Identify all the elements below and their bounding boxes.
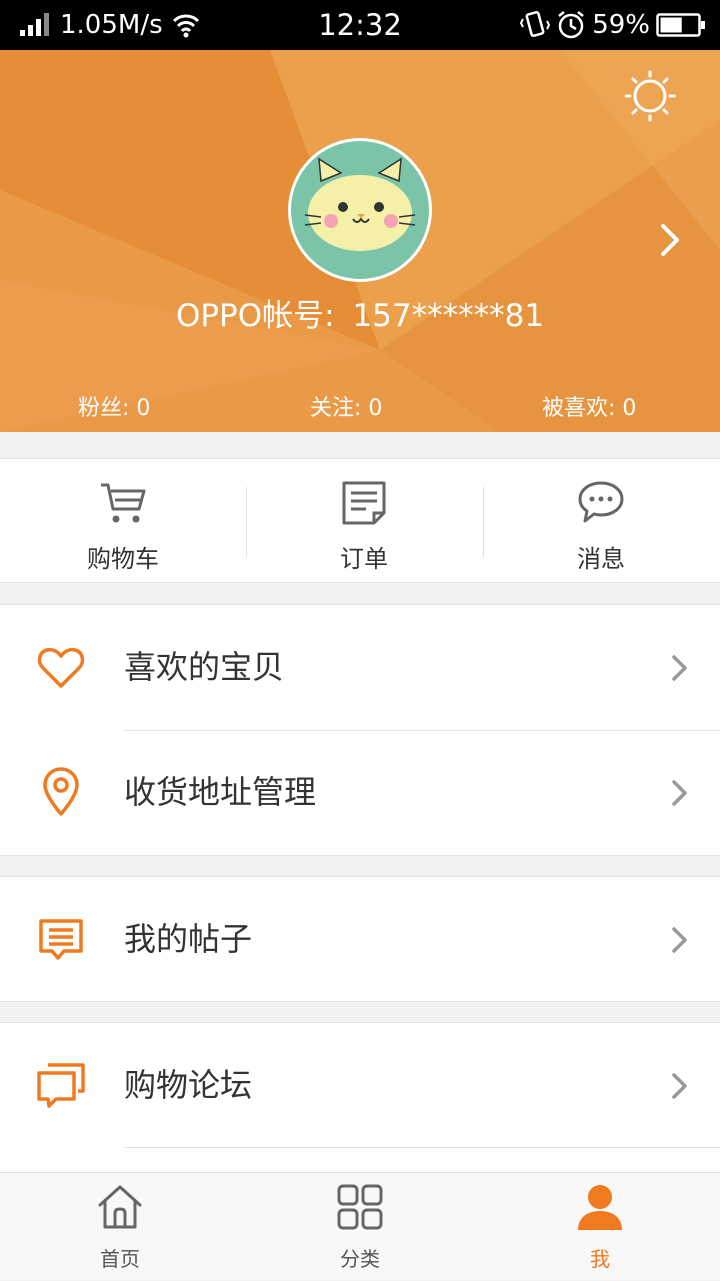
alarm-icon (558, 11, 584, 39)
quick-order-button[interactable]: 订单 (244, 459, 484, 583)
menu-forum[interactable]: 购物论坛 (0, 1023, 720, 1148)
quick-message-label: 消息 (577, 545, 625, 573)
status-bar: 1.05M/s 12:32 59% (0, 0, 720, 50)
vibrate-icon (520, 11, 551, 37)
avatar[interactable] (288, 138, 432, 282)
quick-cart-button[interactable]: 购物车 (3, 459, 243, 583)
menu-posts-label: 我的帖子 (124, 920, 253, 958)
cat-avatar-image (304, 157, 416, 251)
post-icon (39, 919, 83, 960)
stat-following-value: 0 (368, 396, 383, 421)
battery-icon (656, 13, 705, 37)
stat-following[interactable]: 关注: 0 (310, 390, 382, 422)
chevron-right-icon (672, 1073, 687, 1099)
stat-liked-value: 0 (622, 396, 637, 421)
heart-icon (37, 647, 85, 688)
home-icon (98, 1185, 142, 1229)
nav-home-label: 首页 (100, 1247, 140, 1271)
category-icon (337, 1184, 383, 1230)
menu-forum-label: 购物论坛 (124, 1066, 253, 1104)
stat-following-label: 关注: (310, 396, 362, 421)
bottom-nav: 首页 分类 我 (0, 1172, 720, 1280)
nav-category[interactable]: 分类 (240, 1173, 480, 1281)
menu-section-3: 购物论坛 (0, 1022, 720, 1182)
nav-home[interactable]: 首页 (0, 1173, 240, 1281)
quick-cart-label: 购物车 (87, 545, 159, 573)
stat-fans-label: 粉丝: (78, 396, 130, 421)
nav-profile-label: 我 (590, 1247, 610, 1271)
account-number: 157******81 (352, 298, 545, 334)
status-right: 59% (520, 0, 706, 50)
settings-icon[interactable] (624, 70, 676, 122)
battery-percent: 59% (592, 10, 650, 40)
stat-fans-value: 0 (136, 396, 151, 421)
stats-row: 粉丝: 0 关注: 0 被喜欢: 0 (0, 390, 720, 430)
menu-favorites-label: 喜欢的宝贝 (124, 648, 285, 686)
nav-profile[interactable]: 我 (480, 1173, 720, 1281)
menu-favorites[interactable]: 喜欢的宝贝 (0, 605, 720, 730)
chevron-right-icon (672, 780, 687, 806)
stat-liked[interactable]: 被喜欢: 0 (542, 390, 636, 422)
menu-posts[interactable]: 我的帖子 (0, 877, 720, 1002)
quick-actions: 购物车 订单 消息 (0, 458, 720, 583)
profile-icon (578, 1185, 622, 1230)
stat-liked-label: 被喜欢: (542, 396, 616, 421)
row-separator (124, 1147, 720, 1148)
chevron-right-icon (672, 655, 687, 681)
profile-header: OPPO帐号: 157******81 粉丝: 0 关注: 0 被喜欢: 0 (0, 50, 720, 432)
quick-message-button[interactable]: 消息 (481, 459, 720, 583)
stat-fans[interactable]: 粉丝: 0 (78, 390, 150, 422)
location-pin-icon (43, 767, 79, 816)
profile-chevron-icon[interactable] (655, 220, 685, 260)
account-label: OPPO帐号: (175, 298, 335, 334)
nav-category-label: 分类 (340, 1247, 380, 1271)
menu-address-label: 收货地址管理 (124, 773, 317, 811)
account-line: OPPO帐号: 157******81 (0, 290, 720, 335)
cart-icon (101, 483, 146, 523)
chevron-right-icon (672, 927, 687, 953)
menu-section-2: 我的帖子 (0, 876, 720, 1002)
menu-section-1: 喜欢的宝贝 收货地址管理 (0, 604, 720, 856)
menu-address[interactable]: 收货地址管理 (0, 730, 720, 855)
message-icon (578, 481, 624, 523)
quick-order-label: 订单 (340, 545, 388, 573)
order-icon (342, 481, 386, 525)
forum-icon (37, 1063, 85, 1108)
